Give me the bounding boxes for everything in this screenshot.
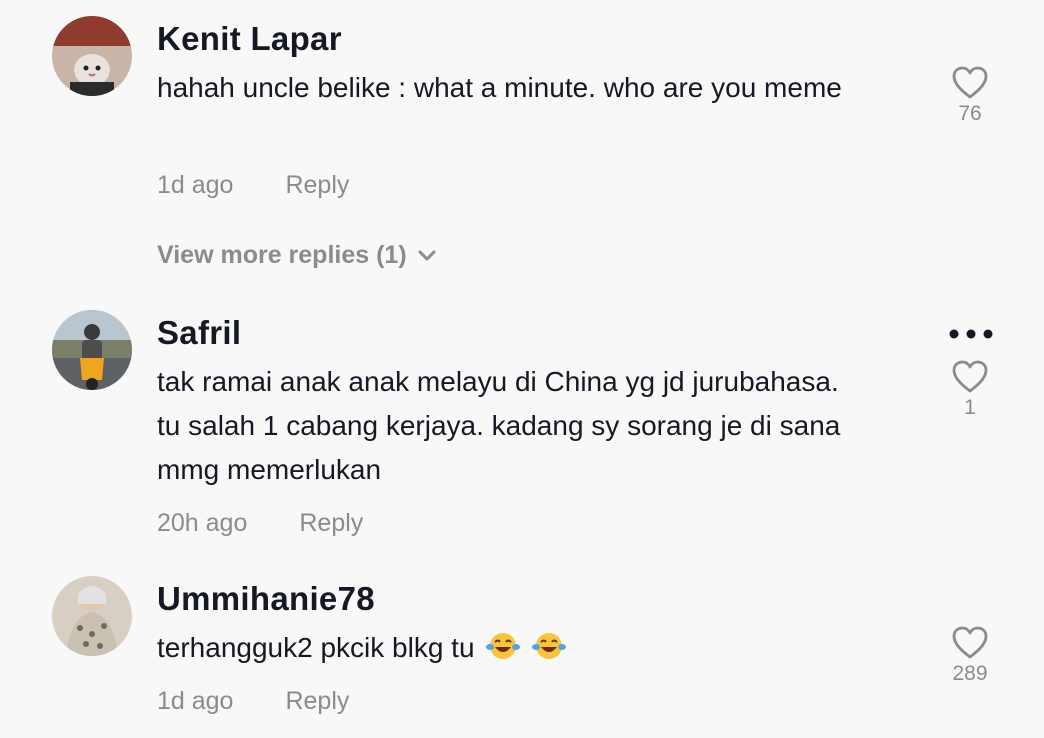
like-count: 289 [952,662,988,685]
comment-text-content: terhangguk2 pkcik blkg tu [157,632,475,663]
comment-text: tak ramai anak anak melayu di China yg j… [157,366,841,485]
avatar[interactable] [52,310,132,390]
more-options-icon[interactable] [948,328,994,340]
laughing-tears-emoji-icon [532,633,567,659]
emoji: 😂 [532,630,567,674]
comment-text: terhangguk2 pkcik blkg tu 😂 😂 [157,626,857,674]
reply-button[interactable]: Reply [285,687,349,716]
like-count: 1 [964,396,976,419]
chevron-down-icon [418,250,436,261]
comment-text: hahah uncle belike : what a minute. who … [157,72,842,103]
comment-meta: 1d ago Reply [157,171,349,200]
like-count: 76 [958,102,982,125]
like-button[interactable]: 289 [940,626,1000,686]
heart-icon [952,626,988,659]
comment-meta: 20h ago Reply [157,509,363,538]
comment-username[interactable]: Ummihanie78 [157,580,375,618]
comment-username[interactable]: Kenit Lapar [157,20,342,58]
reply-button[interactable]: Reply [299,509,363,538]
avatar[interactable] [52,576,132,656]
comment-time: 1d ago [157,687,234,715]
emoji: 😂 [486,630,521,674]
cat-avatar-icon [52,16,132,96]
reply-button[interactable]: Reply [285,171,349,200]
like-button[interactable]: 1 [940,360,1000,420]
like-button[interactable]: 76 [940,66,1000,126]
comment-time: 1d ago [157,171,234,199]
heart-icon [952,360,988,393]
heart-icon [952,66,988,99]
view-more-replies-label: View more replies (1) [157,241,407,269]
person-avatar-icon [52,576,132,656]
comment-username[interactable]: Safril [157,314,241,352]
avatar[interactable] [52,16,132,96]
comment-meta: 1d ago Reply [157,687,349,716]
motorbike-avatar-icon [52,310,132,390]
view-more-replies-button[interactable]: View more replies (1) [157,241,437,270]
laughing-tears-emoji-icon [486,633,521,659]
comment-time: 20h ago [157,509,248,537]
